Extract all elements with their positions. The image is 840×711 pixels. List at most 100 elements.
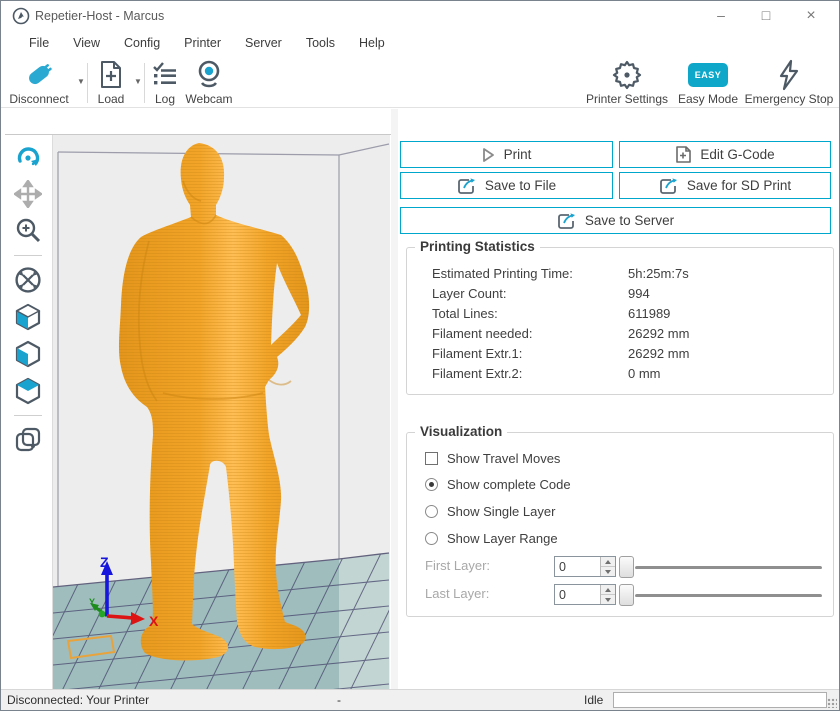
checkbox-label[interactable]: Show Travel Moves	[447, 451, 560, 466]
isometric-view-button[interactable]	[12, 301, 44, 333]
menu-config[interactable]: Config	[112, 33, 172, 53]
move-view-button[interactable]	[12, 178, 44, 210]
radio-label[interactable]: Show Layer Range	[447, 531, 558, 546]
stat-label: Estimated Printing Time:	[432, 266, 573, 281]
cube-iso-icon	[14, 303, 42, 331]
fit-arrows-icon	[14, 266, 42, 294]
stat-value: 994	[628, 286, 650, 301]
view-toolbar-separator	[14, 255, 42, 256]
render-canvas[interactable]: Z X Y	[52, 135, 390, 689]
menu-view[interactable]: View	[61, 33, 112, 53]
printer-settings-button[interactable]: Printer Settings	[583, 59, 671, 106]
stat-label: Filament needed:	[432, 326, 532, 341]
emergency-stop-button[interactable]: Emergency Stop	[743, 59, 835, 106]
axis-x-label: X	[149, 613, 159, 629]
status-center: -	[337, 693, 341, 707]
panel-splitter[interactable]	[391, 109, 398, 689]
log-list-icon	[147, 59, 183, 91]
webcam-button[interactable]: Webcam	[183, 59, 235, 106]
toolbar-separator	[87, 63, 88, 103]
show-complete-code-radio[interactable]	[425, 478, 438, 491]
gear-icon	[583, 59, 671, 91]
cube-front-icon	[14, 340, 42, 368]
zoom-view-button[interactable]	[12, 215, 44, 247]
view-toolbar-separator	[14, 415, 42, 416]
log-button[interactable]: Log	[147, 59, 183, 106]
stat-value: 26292 mm	[628, 326, 689, 341]
spin-down-button[interactable]	[601, 567, 615, 576]
stat-label: Layer Count:	[432, 286, 506, 301]
show-layer-range-radio[interactable]	[425, 532, 438, 545]
load-dropdown-arrow[interactable]: ▼	[134, 77, 142, 86]
menu-printer[interactable]: Printer	[172, 33, 233, 53]
first-layer-slider[interactable]	[635, 566, 822, 570]
print-button[interactable]: Print	[400, 141, 613, 168]
easy-mode-button[interactable]: EASY Easy Mode	[677, 59, 739, 106]
last-layer-spinner[interactable]: 0	[554, 584, 616, 605]
edit-gcode-button[interactable]: Edit G-Code	[619, 141, 831, 168]
window-title: Repetier-Host - Marcus	[35, 9, 164, 23]
progress-bar	[613, 692, 827, 708]
spin-up-button[interactable]	[601, 557, 615, 567]
axis-y-label: Y	[89, 597, 95, 607]
first-layer-spinner[interactable]: 0	[554, 556, 616, 577]
last-layer-slider[interactable]	[635, 594, 822, 598]
save-to-file-button[interactable]: Save to File	[400, 172, 613, 199]
export-icon	[557, 212, 576, 229]
plug-icon	[5, 59, 73, 91]
resize-grip[interactable]	[827, 698, 837, 708]
left-panel: Z X Y	[5, 109, 391, 689]
move-icon	[14, 180, 42, 208]
status-bar: Disconnected: Your Printer - Idle	[1, 689, 839, 710]
last-layer-slider-thumb[interactable]	[619, 584, 634, 606]
show-travel-moves-checkbox[interactable]	[425, 452, 438, 465]
last-layer-label: Last Layer:	[425, 586, 489, 601]
front-view-button[interactable]	[12, 338, 44, 370]
title-bar[interactable]: Repetier-Host - Marcus – □ ×	[1, 1, 839, 31]
radio-label[interactable]: Show complete Code	[447, 477, 571, 492]
toolbar-separator	[144, 63, 145, 103]
radio-label[interactable]: Show Single Layer	[447, 504, 555, 519]
printing-statistics-group: Printing Statistics Estimated Printing T…	[406, 247, 834, 395]
save-to-server-button[interactable]: Save to Server	[400, 207, 831, 234]
menu-tools[interactable]: Tools	[294, 33, 347, 53]
first-layer-label: First Layer:	[425, 558, 490, 573]
rotate-view-button[interactable]	[12, 141, 44, 173]
visualization-group: Visualization Show Travel Moves Show com…	[406, 432, 834, 617]
printer-state: Idle	[584, 693, 603, 707]
easy-badge: EASY	[688, 63, 728, 87]
file-plus-icon	[675, 146, 691, 163]
first-layer-slider-thumb[interactable]	[619, 556, 634, 578]
close-button[interactable]: ×	[794, 1, 828, 30]
menu-file[interactable]: File	[17, 33, 61, 53]
stat-label: Total Lines:	[432, 306, 498, 321]
menu-server[interactable]: Server	[233, 33, 294, 53]
fit-view-button[interactable]	[12, 264, 44, 296]
stat-label: Filament Extr.1:	[432, 346, 522, 361]
file-plus-icon	[91, 59, 131, 91]
group-title: Printing Statistics	[415, 239, 540, 254]
group-title: Visualization	[415, 424, 507, 439]
top-view-button[interactable]	[12, 375, 44, 407]
axis-z-label: Z	[100, 554, 109, 570]
stat-value: 5h:25m:7s	[628, 266, 689, 281]
save-for-sd-button[interactable]: Save for SD Print	[619, 172, 831, 199]
show-single-layer-radio[interactable]	[425, 505, 438, 518]
main-toolbar: Disconnect ▼ Load ▼	[1, 55, 839, 108]
spin-up-button[interactable]	[601, 585, 615, 595]
magnifier-plus-icon	[14, 217, 42, 245]
disconnect-button[interactable]: Disconnect	[5, 59, 73, 106]
load-button[interactable]: Load	[91, 59, 131, 106]
disconnect-dropdown-arrow[interactable]: ▼	[77, 77, 85, 86]
projection-button[interactable]	[12, 424, 44, 456]
minimize-button[interactable]: –	[704, 1, 738, 30]
print-preview-panel: Print Edit G-Code Save to File	[398, 109, 838, 689]
export-icon	[659, 177, 678, 194]
lightning-bolt-icon	[743, 59, 835, 91]
viewport-3d[interactable]: Z X Y	[5, 134, 391, 689]
maximize-button[interactable]: □	[749, 1, 783, 30]
spin-down-button[interactable]	[601, 595, 615, 604]
connection-status: Disconnected: Your Printer	[7, 693, 149, 707]
menu-help[interactable]: Help	[347, 33, 397, 53]
rotate-icon	[14, 143, 42, 171]
